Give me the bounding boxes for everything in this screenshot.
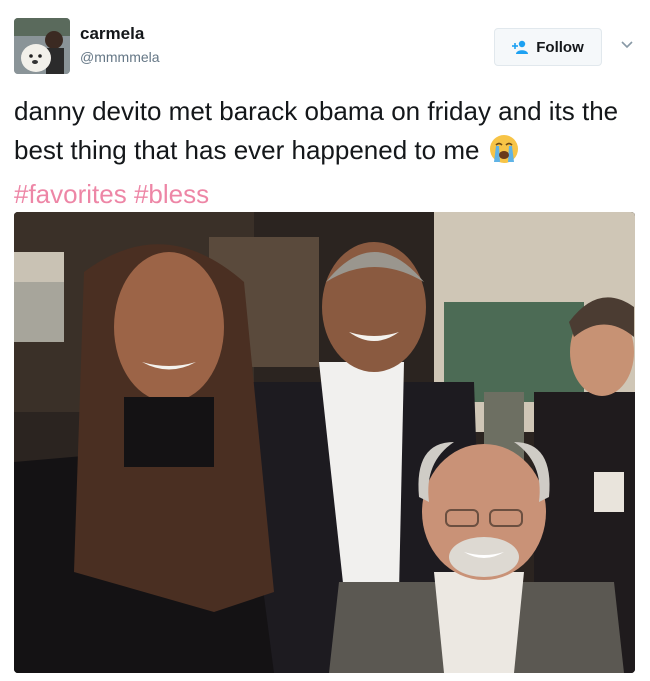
tweet-body: danny devito met barack obama on friday …: [14, 96, 619, 165]
group-photo: [14, 212, 635, 673]
follow-label: Follow: [536, 38, 584, 56]
tweet-text: danny devito met barack obama on friday …: [14, 92, 639, 214]
tweet-photo[interactable]: [14, 212, 635, 673]
hashtag-favorites[interactable]: #favorites: [14, 179, 127, 209]
avatar-image: [14, 18, 70, 74]
author-handle[interactable]: @mmmmela: [80, 49, 160, 65]
avatar[interactable]: [14, 18, 70, 74]
loudly-crying-face-icon: [489, 134, 519, 175]
add-person-icon: [512, 40, 530, 54]
follow-button[interactable]: Follow: [494, 28, 602, 66]
author-name[interactable]: carmela: [80, 24, 144, 44]
tweet-header: carmela @mmmmela Follow: [14, 18, 636, 78]
hashtag-bless[interactable]: #bless: [134, 179, 209, 209]
chevron-down-icon[interactable]: [618, 36, 636, 54]
